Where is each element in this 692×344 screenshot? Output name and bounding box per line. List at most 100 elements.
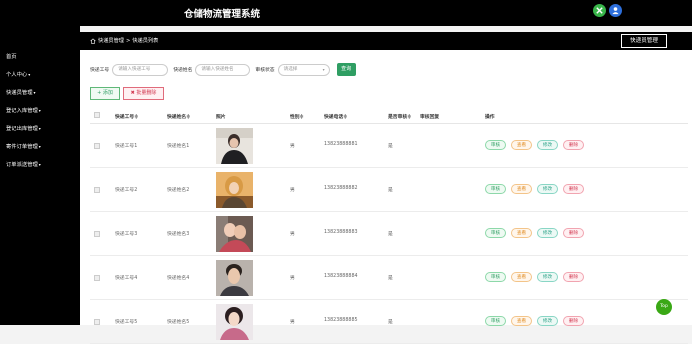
sidebar-item-delivery[interactable]: 订单派送管理▾ bbox=[0, 156, 80, 174]
sidebar-item-label: 登记入库管理 bbox=[6, 108, 38, 114]
row-actions: 审核 查看 修改 删除 bbox=[485, 140, 584, 150]
cell-id: 快递工号1 bbox=[115, 144, 138, 149]
courier-photo bbox=[216, 172, 253, 208]
app-title: 仓储物流管理系统 bbox=[184, 9, 261, 20]
delete-button[interactable]: 删除 bbox=[563, 228, 584, 238]
sidebar-item-orders[interactable]: 寄件订单管理▾ bbox=[0, 138, 80, 156]
chevron-down-icon: ▾ bbox=[38, 144, 41, 149]
sidebar-item-outbound[interactable]: 登记出库管理▾ bbox=[0, 120, 80, 138]
chevron-down-icon: ▾ bbox=[322, 66, 325, 72]
column-header-id[interactable]: 快递工号≑ bbox=[115, 113, 138, 120]
batch-delete-button[interactable]: ✖ 批量删除 bbox=[123, 87, 164, 100]
top-bar: 仓储物流管理系统 bbox=[0, 0, 692, 26]
cell-audited: 是 bbox=[388, 232, 393, 237]
view-button[interactable]: 查看 bbox=[511, 272, 532, 282]
edit-button[interactable]: 修改 bbox=[537, 184, 558, 194]
row-checkbox[interactable] bbox=[94, 231, 100, 237]
row-actions: 审核 查看 修改 删除 bbox=[485, 228, 584, 238]
cell-name: 快递姓名3 bbox=[167, 232, 190, 237]
table-row: 快递工号4 快递姓名4 男 13823888884 是 审核 查看 修改 删除 bbox=[90, 256, 688, 300]
cell-name: 快递姓名1 bbox=[167, 144, 190, 149]
cell-name: 快递姓名2 bbox=[167, 188, 190, 193]
cell-id: 快递工号3 bbox=[115, 232, 138, 237]
courier-table: 快递工号≑ 快递姓名≑ 照片 性别≑ 快递电话≑ 是否审核≑ 审核回复 操作 快… bbox=[90, 108, 688, 344]
chevron-down-icon: ▾ bbox=[38, 162, 41, 167]
sidebar-item-inbound[interactable]: 登记入库管理▾ bbox=[0, 102, 80, 120]
sidebar-item-courier[interactable]: 快递员管理▾ bbox=[0, 84, 80, 102]
status-select-value: 请选择 bbox=[283, 66, 298, 72]
cell-phone: 13823888883 bbox=[324, 230, 358, 235]
home-icon bbox=[90, 38, 96, 44]
cell-phone: 13823888882 bbox=[324, 186, 358, 191]
courier-management-button[interactable]: 快递员管理 bbox=[621, 34, 667, 48]
cell-audited: 是 bbox=[388, 144, 393, 149]
add-button[interactable]: + 添加 bbox=[90, 87, 120, 100]
audit-button[interactable]: 审核 bbox=[485, 272, 506, 282]
cell-gender: 男 bbox=[290, 276, 295, 281]
cell-id: 快递工号5 bbox=[115, 320, 138, 325]
cell-audited: 是 bbox=[388, 320, 393, 325]
close-icon[interactable] bbox=[593, 4, 606, 17]
back-to-top-button[interactable]: Top bbox=[656, 299, 672, 315]
view-button[interactable]: 查看 bbox=[511, 140, 532, 150]
search-form: 快递工号 请输入快递工号 快递姓名 请输入快递姓名 审核状态 请选择 ▾ 查询 bbox=[90, 63, 356, 76]
cell-phone: 13823888881 bbox=[324, 142, 358, 147]
cell-audited: 是 bbox=[388, 276, 393, 281]
breadcrumb-separator: > bbox=[125, 37, 131, 44]
edit-button[interactable]: 修改 bbox=[537, 140, 558, 150]
cell-name: 快递姓名4 bbox=[167, 276, 190, 281]
edit-button[interactable]: 修改 bbox=[537, 228, 558, 238]
audit-button[interactable]: 审核 bbox=[485, 228, 506, 238]
view-button[interactable]: 查看 bbox=[511, 184, 532, 194]
search-button[interactable]: 查询 bbox=[336, 63, 356, 76]
sidebar-item-label: 登记出库管理 bbox=[6, 126, 38, 132]
column-header-phone[interactable]: 快递电话≑ bbox=[324, 113, 347, 120]
row-checkbox[interactable] bbox=[94, 187, 100, 193]
worker-id-input[interactable]: 请输入快递工号 bbox=[112, 63, 169, 76]
breadcrumb-current: 快递员列表 bbox=[132, 38, 159, 44]
row-checkbox[interactable] bbox=[94, 275, 100, 281]
cell-id: 快递工号2 bbox=[115, 188, 138, 193]
table-header: 快递工号≑ 快递姓名≑ 照片 性别≑ 快递电话≑ 是否审核≑ 审核回复 操作 bbox=[90, 108, 688, 124]
column-header-actions: 操作 bbox=[485, 115, 495, 120]
breadcrumb: 快递员管理 > 快递员列表 bbox=[90, 37, 158, 44]
audit-button[interactable]: 审核 bbox=[485, 140, 506, 150]
sidebar-item-profile[interactable]: 个人中心▾ bbox=[0, 66, 80, 84]
cell-gender: 男 bbox=[290, 232, 295, 237]
cell-audited: 是 bbox=[388, 188, 393, 193]
edit-button[interactable]: 修改 bbox=[537, 272, 558, 282]
worker-name-input[interactable]: 请输入快递姓名 bbox=[195, 63, 251, 76]
row-checkbox[interactable] bbox=[94, 319, 100, 325]
status-select[interactable]: 请选择 ▾ bbox=[277, 63, 330, 76]
cell-name: 快递姓名5 bbox=[167, 320, 190, 325]
status-label: 审核状态 bbox=[255, 68, 275, 73]
row-checkbox[interactable] bbox=[94, 143, 100, 149]
sidebar-item-label: 寄件订单管理 bbox=[6, 144, 38, 150]
column-header-reply: 审核回复 bbox=[420, 115, 440, 120]
select-all-checkbox[interactable] bbox=[94, 112, 100, 118]
cell-gender: 男 bbox=[290, 320, 295, 325]
cell-phone: 13823888884 bbox=[324, 274, 358, 279]
courier-photo bbox=[216, 260, 253, 296]
column-header-audited[interactable]: 是否审核≑ bbox=[388, 113, 411, 120]
worker-name-label: 快递姓名 bbox=[173, 68, 193, 73]
cell-id: 快递工号4 bbox=[115, 276, 138, 281]
delete-button[interactable]: 删除 bbox=[563, 140, 584, 150]
courier-photo bbox=[216, 128, 253, 164]
breadcrumb-bar: 快递员管理 > 快递员列表 快递员管理 bbox=[80, 32, 692, 50]
sidebar-item-home[interactable]: 首页 bbox=[0, 48, 80, 66]
table-row: 快递工号5 快递姓名5 男 13823888885 是 审核 查看 修改 删除 bbox=[90, 300, 688, 344]
breadcrumb-home[interactable]: 快递员管理 bbox=[98, 37, 124, 44]
column-header-gender[interactable]: 性别≑ bbox=[290, 113, 304, 120]
sidebar-item-label: 个人中心 bbox=[6, 72, 28, 78]
column-header-name[interactable]: 快递姓名≑ bbox=[167, 113, 190, 120]
audit-button[interactable]: 审核 bbox=[485, 184, 506, 194]
view-button[interactable]: 查看 bbox=[511, 228, 532, 238]
main-content: 快递工号 请输入快递工号 快递姓名 请输入快递姓名 审核状态 请选择 ▾ 查询 … bbox=[80, 50, 692, 344]
delete-button[interactable]: 删除 bbox=[563, 184, 584, 194]
chevron-down-icon: ▾ bbox=[33, 90, 36, 95]
row-actions: 审核 查看 修改 删除 bbox=[485, 272, 584, 282]
chevron-down-icon: ▾ bbox=[38, 108, 41, 113]
user-icon[interactable] bbox=[609, 4, 622, 17]
delete-button[interactable]: 删除 bbox=[563, 272, 584, 282]
